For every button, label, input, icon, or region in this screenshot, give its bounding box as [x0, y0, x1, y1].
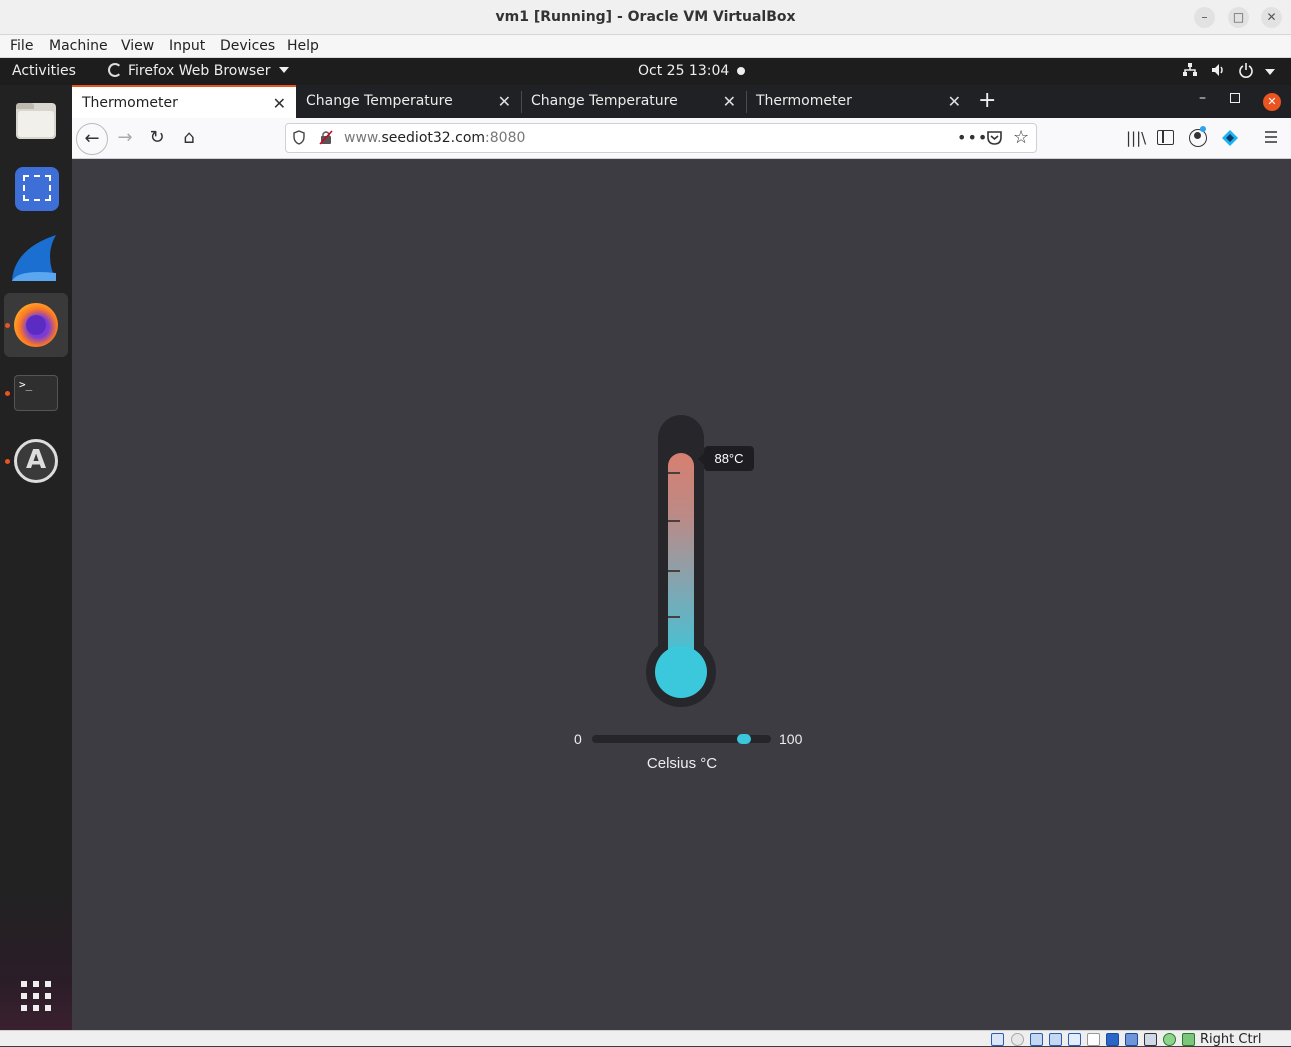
sidebar-icon[interactable]: [1157, 130, 1174, 145]
temperature-slider[interactable]: [592, 734, 771, 744]
firefox-minimize-icon[interactable]: –: [1199, 90, 1206, 106]
app-menu-label: Firefox Web Browser: [128, 63, 271, 79]
nav-toolbar: ← → ↻ ⌂ www.seediot32.com:8080 ••• ☆ |||…: [72, 118, 1291, 159]
running-indicator: [5, 391, 10, 396]
show-apps-icon[interactable]: [20, 980, 52, 1012]
terminal-icon[interactable]: >_: [4, 361, 68, 425]
vbox-menu-bar: File Machine View Input Devices Help: [0, 35, 1291, 58]
bookmark-star-icon[interactable]: ☆: [1013, 127, 1029, 148]
chevron-down-icon: [278, 67, 289, 73]
network-icon[interactable]: [1182, 62, 1198, 82]
pocket-icon[interactable]: [986, 129, 1003, 146]
account-icon[interactable]: [1189, 126, 1207, 147]
range-min-label: 0: [574, 731, 582, 747]
url-port: :8080: [485, 130, 526, 146]
tab-label: Thermometer: [756, 93, 852, 109]
thermometer-tick: [668, 570, 680, 572]
display-icon[interactable]: [1106, 1033, 1119, 1046]
close-tab-icon[interactable]: ✕: [948, 92, 961, 111]
dock: >_ A: [0, 85, 72, 1030]
volume-icon[interactable]: [1210, 62, 1226, 82]
audio-icon[interactable]: [1030, 1033, 1043, 1046]
vbox-title-bar: vm1 [Running] - Oracle VM VirtualBox – □…: [0, 0, 1291, 35]
thermometer-tick: [668, 616, 680, 618]
close-tab-icon[interactable]: ✕: [498, 92, 511, 111]
notification-dot-icon: [737, 67, 745, 75]
system-menu-chevron-icon[interactable]: [1265, 69, 1275, 75]
thermometer-tick: [668, 520, 680, 522]
firefox-close-icon[interactable]: ✕: [1263, 93, 1281, 111]
software-updater-icon[interactable]: A: [4, 429, 68, 493]
slider-thumb[interactable]: [737, 734, 751, 744]
reload-icon[interactable]: ↻: [144, 126, 170, 152]
hard-disk-icon[interactable]: [991, 1033, 1004, 1046]
close-tab-icon[interactable]: ✕: [273, 94, 286, 113]
page-content: 88°C 0 100 Celsius °C: [72, 159, 1291, 1030]
menu-machine[interactable]: Machine: [49, 38, 108, 54]
minimize-button[interactable]: –: [1194, 7, 1215, 28]
library-icon[interactable]: |||\: [1126, 129, 1146, 147]
thermometer-bulb: [655, 646, 707, 698]
wireshark-icon[interactable]: [4, 225, 68, 289]
gnome-top-bar: Activities Firefox Web Browser Oct 25 13…: [0, 58, 1291, 85]
network-adapter-icon[interactable]: [1049, 1033, 1062, 1046]
firefox-restore-icon[interactable]: [1230, 93, 1240, 103]
unit-label: Celsius °C: [646, 755, 718, 772]
tab-label: Change Temperature: [306, 93, 453, 109]
close-button[interactable]: ✕: [1261, 7, 1282, 28]
url-bar[interactable]: www.seediot32.com:8080 ••• ☆: [285, 123, 1037, 153]
running-indicator: [5, 459, 10, 464]
menu-file[interactable]: File: [10, 38, 33, 54]
tab-change-temperature[interactable]: Change Temperature ✕: [296, 85, 521, 118]
activities-button[interactable]: Activities: [12, 63, 76, 79]
page-actions-icon[interactable]: •••: [957, 128, 988, 147]
menu-help[interactable]: Help: [287, 38, 319, 54]
files-icon[interactable]: [4, 89, 68, 153]
hamburger-menu-icon[interactable]: [1263, 129, 1279, 145]
forward-icon[interactable]: →: [112, 126, 138, 152]
app-menu[interactable]: Firefox Web Browser: [108, 63, 289, 79]
extension-icon[interactable]: [1221, 129, 1239, 147]
vbox-status-bar: Right Ctrl: [0, 1030, 1291, 1047]
range-max-label: 100: [779, 731, 803, 747]
tab-thermometer[interactable]: Thermometer ✕: [746, 85, 971, 118]
tab-thermometer[interactable]: Thermometer ✕: [72, 85, 296, 118]
tab-label: Thermometer: [82, 95, 178, 111]
menu-view[interactable]: View: [121, 38, 154, 54]
maximize-button[interactable]: □: [1228, 7, 1249, 28]
menu-input[interactable]: Input: [169, 38, 205, 54]
running-indicator: [5, 323, 10, 328]
host-key-label: Right Ctrl: [1200, 1032, 1262, 1047]
shield-icon[interactable]: [293, 130, 305, 145]
url-prefix: www.: [344, 130, 382, 146]
shared-folders-icon[interactable]: [1087, 1033, 1100, 1046]
thermometer-tick: [668, 472, 680, 474]
new-tab-icon[interactable]: +: [978, 88, 996, 113]
tab-label: Change Temperature: [531, 93, 678, 109]
screenshot-icon[interactable]: [4, 157, 68, 221]
home-icon[interactable]: ⌂: [176, 126, 202, 152]
mouse-integration-icon[interactable]: [1163, 1033, 1176, 1046]
back-icon[interactable]: ←: [76, 123, 108, 155]
firefox-small-icon: [108, 63, 122, 77]
cpu-icon[interactable]: [1144, 1033, 1157, 1046]
menu-devices[interactable]: Devices: [220, 38, 275, 54]
power-icon[interactable]: [1238, 62, 1254, 82]
temperature-tooltip: 88°C: [698, 446, 754, 471]
thermometer-mercury: [668, 453, 694, 662]
recording-icon[interactable]: [1125, 1033, 1138, 1046]
insecure-lock-icon[interactable]: [319, 130, 333, 145]
window-title: vm1 [Running] - Oracle VM VirtualBox: [495, 9, 796, 25]
url-text[interactable]: www.seediot32.com:8080: [344, 130, 525, 146]
clock[interactable]: Oct 25 13:04: [638, 63, 729, 79]
firefox-icon[interactable]: [4, 293, 68, 357]
optical-drive-icon[interactable]: [1011, 1033, 1024, 1046]
url-host: seediot32.com: [381, 130, 486, 146]
tab-strip: Thermometer ✕ Change Temperature ✕ Chang…: [72, 85, 1291, 118]
close-tab-icon[interactable]: ✕: [723, 92, 736, 111]
keyboard-capture-icon[interactable]: [1182, 1033, 1195, 1046]
usb-icon[interactable]: [1068, 1033, 1081, 1046]
tab-change-temperature[interactable]: Change Temperature ✕: [521, 85, 746, 118]
